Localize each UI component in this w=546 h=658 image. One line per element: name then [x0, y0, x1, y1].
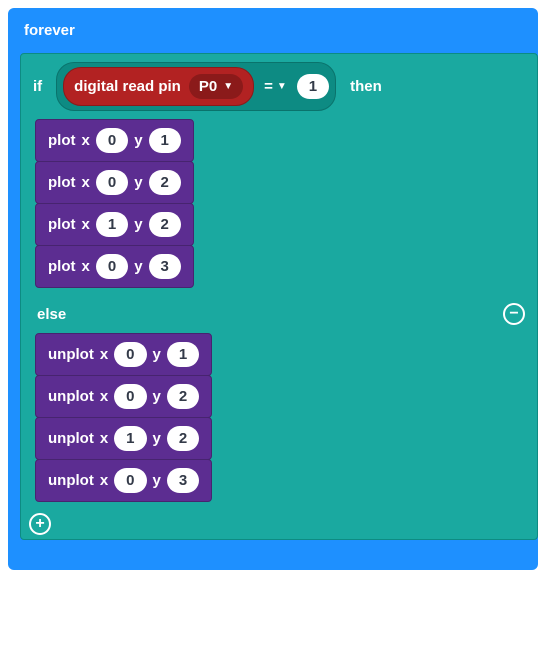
x-value[interactable]: 0: [96, 128, 128, 153]
plot-cmd: plot: [48, 132, 76, 149]
forever-label: forever: [8, 8, 538, 53]
x-value[interactable]: 1: [96, 212, 128, 237]
plot-block[interactable]: plot x 0 y 1: [35, 119, 194, 162]
minus-icon[interactable]: −: [503, 303, 525, 325]
pin-dropdown[interactable]: P0 ▼: [189, 74, 243, 99]
y-label: y: [153, 430, 161, 447]
if-keyword: if: [33, 78, 42, 95]
x-label: x: [82, 216, 90, 233]
x-label: x: [100, 388, 108, 405]
y-label: y: [134, 174, 142, 191]
y-value[interactable]: 1: [167, 342, 199, 367]
y-label: y: [134, 132, 142, 149]
else-keyword: else: [37, 306, 66, 323]
unplot-cmd: unplot: [48, 388, 94, 405]
x-label: x: [100, 472, 108, 489]
then-body: plot x 0 y 1 plot x 0 y 2 plot x 1: [35, 119, 537, 295]
y-value[interactable]: 3: [167, 468, 199, 493]
if-block[interactable]: if digital read pin P0 ▼ = ▼ 1: [20, 53, 538, 540]
x-label: x: [82, 174, 90, 191]
operator-value: =: [264, 78, 273, 95]
plot-block[interactable]: plot x 1 y 2: [35, 203, 194, 246]
if-header: if digital read pin P0 ▼ = ▼ 1: [21, 54, 537, 119]
y-label: y: [153, 472, 161, 489]
y-label: y: [153, 346, 161, 363]
else-body: unplot x 0 y 1 unplot x 0 y 2 unplot x 1: [35, 333, 537, 509]
unplot-block[interactable]: unplot x 0 y 1: [35, 333, 212, 376]
then-keyword: then: [350, 78, 382, 95]
y-value[interactable]: 2: [167, 426, 199, 451]
plot-block[interactable]: plot x 0 y 3: [35, 245, 194, 288]
forever-block[interactable]: forever if digital read pin P0 ▼ = ▼: [8, 8, 538, 570]
plot-cmd: plot: [48, 174, 76, 191]
digital-read-label: digital read pin: [74, 78, 181, 95]
y-label: y: [134, 216, 142, 233]
x-label: x: [100, 430, 108, 447]
chevron-down-icon: ▼: [223, 81, 233, 92]
x-value[interactable]: 0: [96, 254, 128, 279]
unplot-block[interactable]: unplot x 0 y 3: [35, 459, 212, 502]
unplot-cmd: unplot: [48, 346, 94, 363]
else-header: else −: [21, 295, 537, 333]
unplot-cmd: unplot: [48, 430, 94, 447]
plot-block[interactable]: plot x 0 y 2: [35, 161, 194, 204]
x-label: x: [100, 346, 108, 363]
x-value[interactable]: 0: [114, 468, 146, 493]
y-value[interactable]: 2: [167, 384, 199, 409]
x-value[interactable]: 0: [114, 342, 146, 367]
plot-cmd: plot: [48, 258, 76, 275]
y-value[interactable]: 2: [149, 212, 181, 237]
forever-footer: [20, 540, 160, 562]
y-value[interactable]: 3: [149, 254, 181, 279]
if-footer: +: [21, 509, 537, 539]
unplot-cmd: unplot: [48, 472, 94, 489]
unplot-block[interactable]: unplot x 0 y 2: [35, 375, 212, 418]
y-value[interactable]: 1: [149, 128, 181, 153]
forever-body: if digital read pin P0 ▼ = ▼ 1: [20, 53, 538, 540]
digital-read-pin-block[interactable]: digital read pin P0 ▼: [63, 67, 254, 106]
y-label: y: [153, 388, 161, 405]
x-value[interactable]: 1: [114, 426, 146, 451]
x-value[interactable]: 0: [96, 170, 128, 195]
condition-equals[interactable]: digital read pin P0 ▼ = ▼ 1: [56, 62, 336, 111]
y-value[interactable]: 2: [149, 170, 181, 195]
rhs-value[interactable]: 1: [297, 74, 329, 99]
operator-dropdown[interactable]: = ▼: [260, 78, 291, 95]
x-label: x: [82, 132, 90, 149]
x-value[interactable]: 0: [114, 384, 146, 409]
plot-cmd: plot: [48, 216, 76, 233]
plus-icon[interactable]: +: [29, 513, 51, 535]
unplot-block[interactable]: unplot x 1 y 2: [35, 417, 212, 460]
x-label: x: [82, 258, 90, 275]
y-label: y: [134, 258, 142, 275]
pin-value: P0: [199, 78, 217, 95]
chevron-down-icon: ▼: [277, 81, 287, 92]
